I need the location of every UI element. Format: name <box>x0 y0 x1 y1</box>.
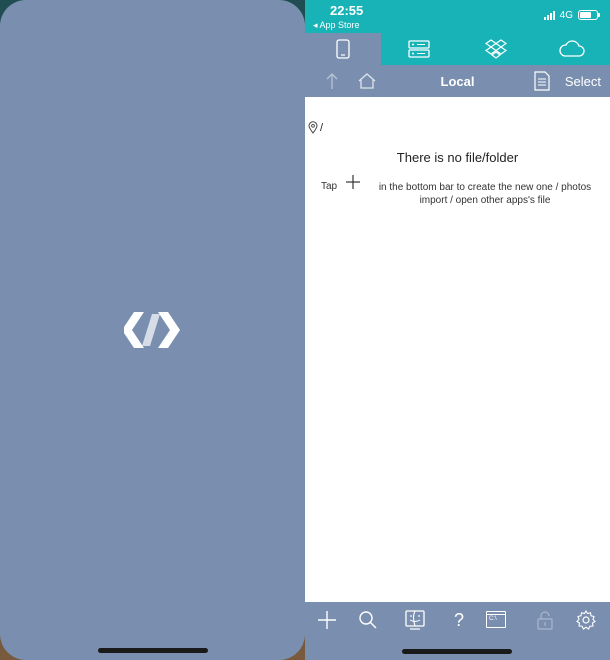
tab-dropbox[interactable] <box>458 33 534 65</box>
code-brackets-logo-icon <box>124 312 180 348</box>
cloud-icon <box>559 40 585 57</box>
splash-screen <box>0 0 305 660</box>
battery-icon <box>578 10 600 20</box>
home-indicator <box>402 649 512 654</box>
plus-icon <box>346 175 360 189</box>
terminal-label: C:\ <box>489 616 497 622</box>
status-bar: 22:55 ◂ App Store 4G <box>305 0 610 33</box>
app-screen: 22:55 ◂ App Store 4G Local Select / Ther… <box>305 0 610 660</box>
empty-state-title: There is no file/folder <box>396 150 519 165</box>
signal-icon <box>543 10 555 20</box>
status-indicators: 4G <box>543 8 600 22</box>
empty-state-hint: in the bottom bar to create the new one … <box>378 182 592 206</box>
settings-icon[interactable] <box>575 609 597 631</box>
help-icon[interactable]: ? <box>448 609 470 631</box>
left-device-frame <box>0 0 305 660</box>
tab-cloud[interactable] <box>534 33 610 65</box>
current-path: / <box>320 121 324 134</box>
tab-servers[interactable] <box>381 33 457 65</box>
document-icon[interactable] <box>534 71 550 91</box>
status-time: 22:55 <box>330 3 364 18</box>
search-icon[interactable] <box>357 609 379 631</box>
tab-local-device[interactable] <box>305 33 382 65</box>
location-pin-icon <box>308 121 318 134</box>
add-plus-icon[interactable] <box>316 609 338 631</box>
lock-icon[interactable] <box>534 609 556 631</box>
terminal-icon[interactable]: C:\ <box>486 611 506 628</box>
network-type: 4G <box>559 9 573 21</box>
finder-icon[interactable] <box>404 609 426 631</box>
source-tab-bar <box>305 33 610 65</box>
select-button[interactable]: Select <box>565 74 601 89</box>
breadcrumb: / <box>308 121 323 134</box>
dropbox-icon <box>484 39 507 59</box>
phone-icon <box>336 39 350 59</box>
navigation-bar: Local Select <box>305 65 610 97</box>
file-list-area: / There is no file/folder Tap in the bot… <box>305 97 610 602</box>
back-to-app-store-link[interactable]: ◂ App Store <box>313 20 360 31</box>
hint-tap-label: Tap <box>321 181 338 192</box>
home-indicator <box>98 648 208 653</box>
server-icon <box>408 40 431 58</box>
